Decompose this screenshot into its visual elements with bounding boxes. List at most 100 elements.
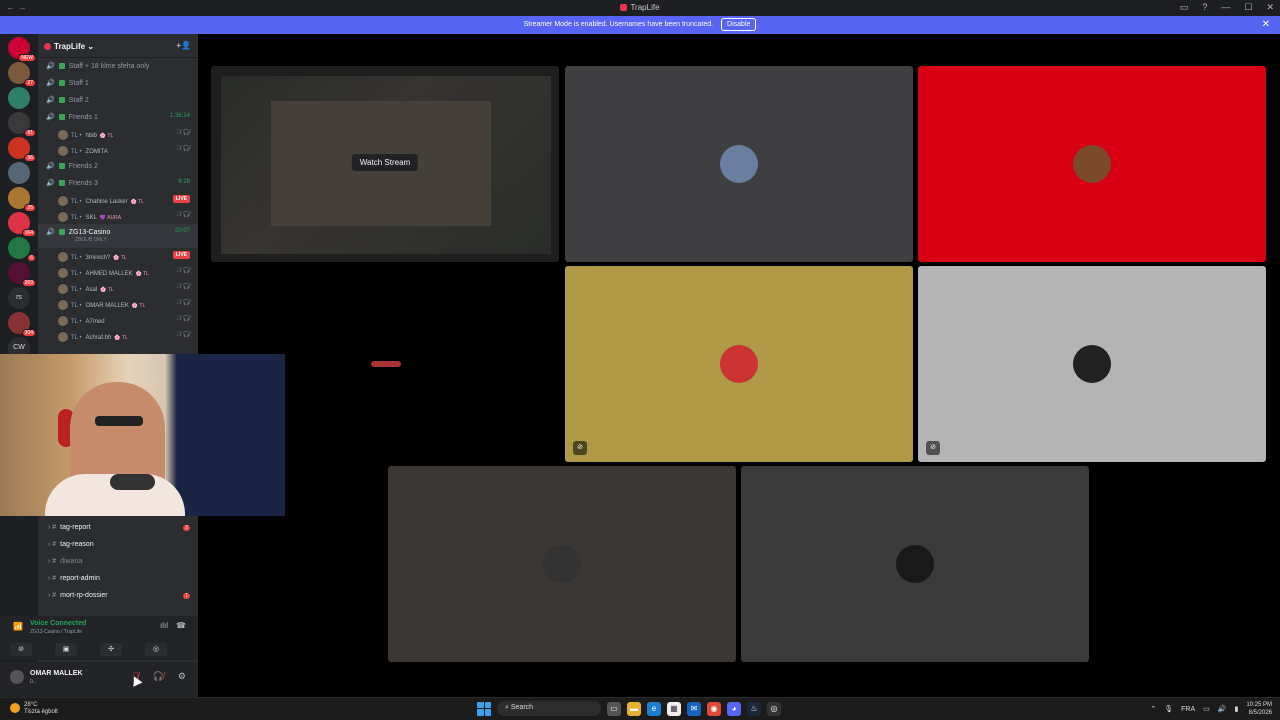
- unread-count-badge: 1: [183, 593, 190, 599]
- clock[interactable]: 10:25 PM 8/5/2026: [1246, 701, 1272, 717]
- text-channel[interactable]: › # tag-report 2: [38, 520, 198, 537]
- user-panel: OMAR MALLEK 0... 🎙̸ 🎧̸ ⚙: [0, 662, 198, 697]
- network-icon[interactable]: ▭: [1203, 705, 1210, 713]
- camera-off-button[interactable]: ⊘: [10, 643, 32, 656]
- voice-channel-name: Friends 3: [68, 180, 98, 187]
- voice-connected-channel[interactable]: ZG13-Casino / TrapLife: [30, 629, 82, 635]
- server-icon[interactable]: 96: [8, 137, 36, 162]
- server-icon[interactable]: 27: [8, 62, 36, 87]
- obs-icon[interactable]: ◎: [767, 701, 781, 716]
- signal-icon[interactable]: 📶: [13, 622, 23, 631]
- disconnect-icon[interactable]: ☎: [176, 621, 186, 630]
- edge-icon[interactable]: e: [647, 701, 661, 716]
- voice-user[interactable]: TL • 3mirech? 🌸 TL LIVE: [38, 248, 198, 264]
- inbox-icon[interactable]: ▭: [1180, 2, 1189, 13]
- voice-user[interactable]: TL • Achraf.bh 🌸 TL 🎙̸ 🎧̸: [38, 328, 198, 344]
- deafen-icon[interactable]: 🎧̸: [153, 671, 164, 682]
- server-icon[interactable]: [8, 87, 30, 109]
- user-tag: 🌸 TL: [135, 271, 149, 277]
- mail-icon[interactable]: ✉: [687, 701, 701, 716]
- steam-icon[interactable]: ♨: [747, 701, 761, 716]
- mention-badge: 304: [21, 329, 36, 337]
- mic-tray-icon[interactable]: 🎙: [1164, 705, 1173, 713]
- server-icon[interactable]: 164: [8, 212, 36, 237]
- voice-user-name: SKL: [85, 215, 97, 221]
- text-channel[interactable]: › # tag-reason: [38, 537, 198, 554]
- microphone: [110, 474, 155, 490]
- language-indicator[interactable]: FRA: [1181, 706, 1195, 713]
- app-logo-icon: [620, 4, 628, 11]
- small-stream-preview[interactable]: [371, 361, 401, 367]
- participant-tile[interactable]: [388, 466, 736, 662]
- voice-user[interactable]: TL • Asal 🌸 TL 🎙̸ 🎧̸: [38, 280, 198, 296]
- discord-icon[interactable]: ◕: [727, 701, 741, 716]
- store-icon[interactable]: ▦: [667, 701, 681, 716]
- voice-user[interactable]: TL • ZOMITA 🎙̸ 🎧̸: [38, 142, 198, 158]
- maximize-button[interactable]: ☐: [1244, 2, 1252, 13]
- taskbar-search[interactable]: ⌕ Search: [497, 701, 601, 716]
- server-icon[interactable]: NEW: [8, 37, 36, 62]
- voice-user[interactable]: TL • hbib 🌸 TL 🎙̸ 🎧̸: [38, 126, 198, 142]
- muted-deafened-icon: 🎙̸ 🎧̸: [176, 146, 190, 152]
- server-header[interactable]: TrapLife ⌄ +👤: [38, 34, 198, 58]
- server-icon[interactable]: 269: [8, 262, 36, 287]
- speaker-icon: 🔊: [46, 163, 55, 170]
- settings-gear-icon[interactable]: ⚙: [178, 671, 186, 682]
- server-icon[interactable]: 6: [8, 237, 36, 262]
- voice-channel[interactable]: 🔊 Staff 1: [38, 75, 198, 92]
- voice-channel[interactable]: 🔊 Staff 2: [38, 92, 198, 109]
- weather-widget[interactable]: 28°C Tiszta égbolt: [10, 702, 58, 716]
- invite-people-icon[interactable]: +👤: [176, 41, 191, 50]
- voice-user[interactable]: TL • A7med 🎙̸ 🎧̸: [38, 312, 198, 328]
- voice-channel[interactable]: 🔊 Friends 3 6:28: [38, 175, 198, 192]
- participant-tile[interactable]: ⊘: [565, 266, 913, 462]
- activities-button[interactable]: ✣: [100, 643, 122, 656]
- server-icon[interactable]: [8, 162, 30, 184]
- battery-icon[interactable]: ▮: [1234, 705, 1238, 713]
- server-icon[interactable]: rs: [8, 287, 30, 309]
- server-icon[interactable]: 81: [8, 112, 36, 137]
- text-channel[interactable]: › # report-admin: [38, 571, 198, 588]
- file-explorer-icon[interactable]: ▬: [627, 701, 641, 716]
- help-icon[interactable]: ?: [1202, 2, 1207, 13]
- user-name[interactable]: OMAR MALLEK: [30, 670, 83, 677]
- voice-channel[interactable]: 🔊 Friends 1 1:36:24: [38, 109, 198, 126]
- voice-channel[interactable]: 🔊 Friends 2: [38, 158, 198, 175]
- close-window-button[interactable]: ✕: [1266, 2, 1274, 13]
- screen-share-button[interactable]: ▣: [55, 643, 77, 656]
- voice-channel[interactable]: 🔊 Staff + 18 klme sfeha only: [38, 58, 198, 75]
- voice-user-name: Chahine Lasker: [85, 199, 128, 205]
- chrome-icon[interactable]: ◉: [707, 701, 721, 716]
- task-view-icon[interactable]: ▭: [607, 701, 621, 716]
- text-channel[interactable]: › # mort-rp-dossier 1: [38, 588, 198, 605]
- lock-shield-icon: [58, 114, 65, 120]
- avatar: [58, 300, 68, 310]
- tray-overflow-icon[interactable]: ⌃: [1150, 705, 1156, 713]
- avatar[interactable]: [10, 670, 24, 684]
- participant-tile[interactable]: [918, 66, 1266, 262]
- banner-close-icon[interactable]: ✕: [1262, 16, 1270, 34]
- participant-tile[interactable]: [565, 66, 913, 262]
- mention-badge: 269: [21, 279, 36, 287]
- voice-user[interactable]: TL • AHMED MALLEK 🌸 TL 🎙̸ 🎧̸: [38, 264, 198, 280]
- voice-user[interactable]: TL • Chahine Lasker 🌸 TL LIVE: [38, 192, 198, 208]
- muted-deafened-icon: 🎙̸ 🎧̸: [176, 268, 190, 274]
- text-channel[interactable]: › # diwana: [38, 554, 198, 571]
- server-initials: rs: [16, 294, 22, 301]
- windows-start-icon[interactable]: [477, 701, 491, 716]
- watch-stream-button[interactable]: Watch Stream: [351, 154, 419, 171]
- volume-icon[interactable]: 🔊: [1218, 705, 1227, 713]
- server-icon[interactable]: 304: [8, 312, 36, 337]
- stream-tile[interactable]: Watch Stream: [211, 66, 559, 262]
- participant-tile[interactable]: ⊘: [918, 266, 1266, 462]
- soundboard-button[interactable]: ◎: [145, 643, 167, 656]
- disable-streamer-mode-button[interactable]: Disable: [721, 18, 757, 31]
- minimize-button[interactable]: —: [1221, 2, 1230, 13]
- server-icon[interactable]: 25: [8, 187, 36, 212]
- participant-tile[interactable]: [741, 466, 1089, 662]
- voice-channel[interactable]: 🔊 ZG13-Casino 20:07 ZBOUB ONLY: [38, 224, 198, 248]
- voice-user[interactable]: TL • OMAR MALLEK 🌸 TL 🎙̸ 🎧̸: [38, 296, 198, 312]
- noise-suppression-icon[interactable]: ılıl: [160, 621, 168, 630]
- voice-user[interactable]: TL • SKL 💜 AURA 🎙̸ 🎧̸: [38, 208, 198, 224]
- user-tag: 🌸 TL: [131, 303, 146, 309]
